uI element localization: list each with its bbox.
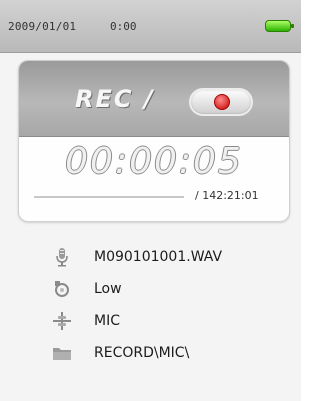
info-text-folder: RECORD\MIC\	[94, 345, 190, 361]
input-source-icon	[53, 312, 71, 330]
record-panel: REC / 00:00:05 / 142:21:01	[18, 60, 290, 222]
info-row-quality: Low	[0, 275, 301, 307]
microphone-icon	[56, 248, 68, 267]
info-row-filename: M090101001.WAV	[0, 243, 301, 275]
status-date: 2009/01/01	[8, 20, 77, 33]
record-header: REC /	[19, 61, 289, 137]
info-row-folder: RECORD\MIC\	[0, 339, 301, 371]
info-text-quality: Low	[94, 281, 122, 297]
folder-icon	[53, 348, 71, 360]
info-text-filename: M090101001.WAV	[94, 249, 223, 265]
status-bar: 2009/01/01 0:00	[0, 0, 301, 53]
battery-icon	[265, 20, 294, 32]
record-mode-label: REC /	[75, 85, 155, 113]
record-button[interactable]	[189, 88, 253, 116]
quality-icon	[55, 281, 69, 297]
info-text-source: MIC	[94, 313, 120, 329]
info-row-source: MIC	[0, 307, 301, 339]
status-time: 0:00	[110, 20, 137, 33]
record-progress-bar	[34, 196, 184, 198]
recorder-screen: 2009/01/01 0:00 REC / 00:00:05 / 142:21:…	[0, 0, 301, 401]
record-dot-icon	[214, 94, 230, 110]
total-time: / 142:21:01	[195, 189, 259, 202]
elapsed-time: 00:00:05	[65, 141, 243, 182]
